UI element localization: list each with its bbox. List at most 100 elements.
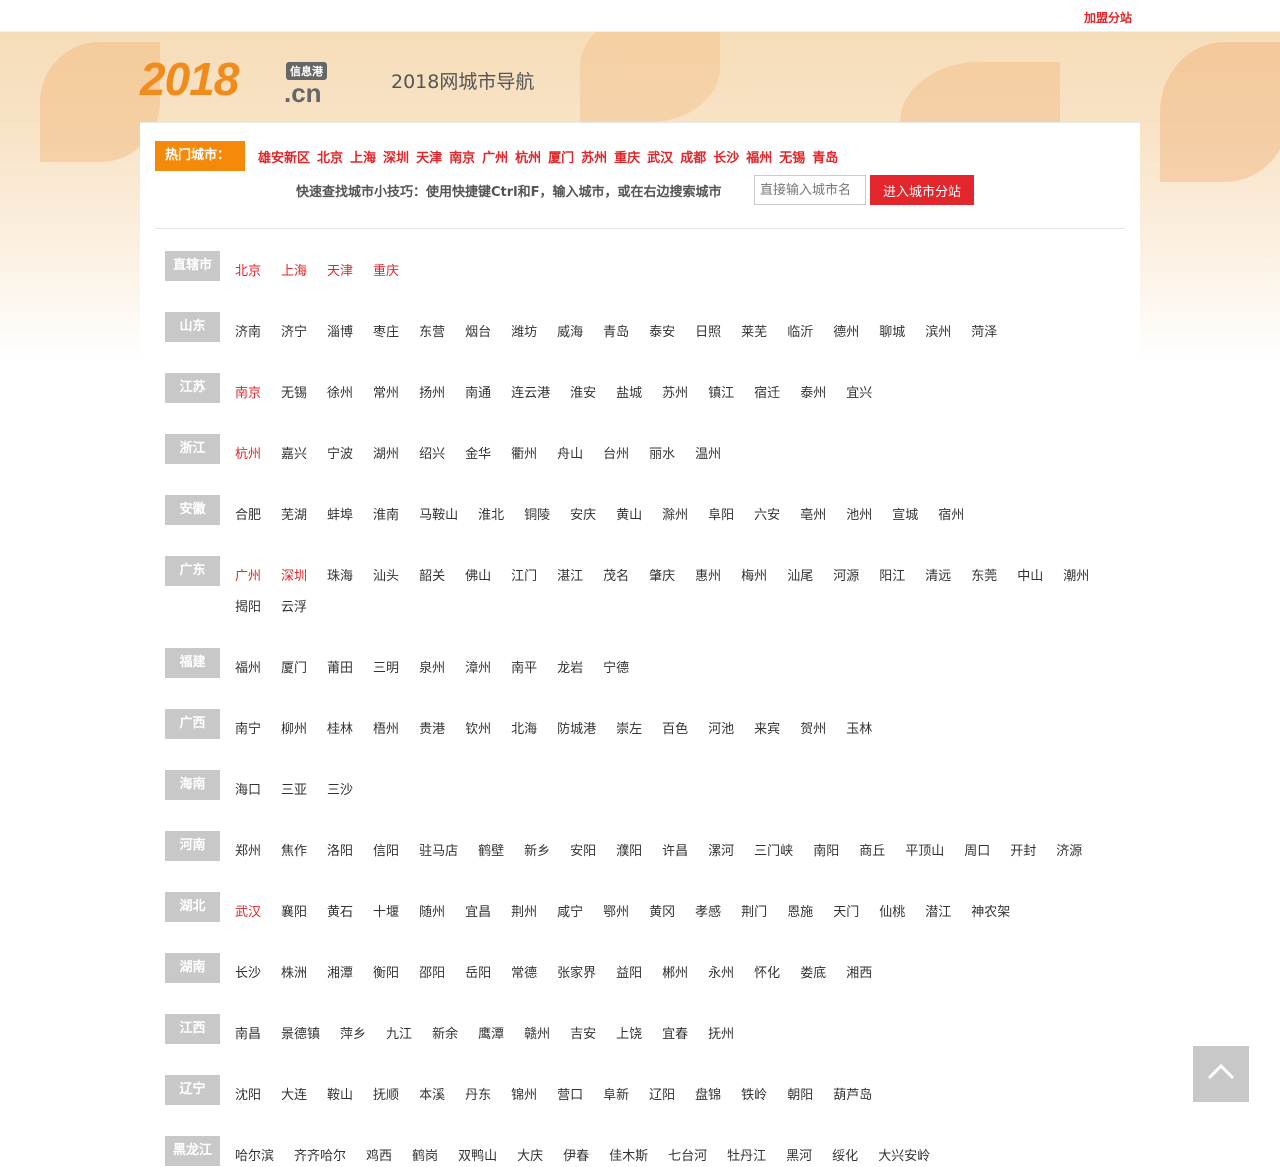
city-link[interactable]: 上饶 — [616, 1020, 642, 1050]
city-link[interactable]: 徐州 — [327, 379, 353, 409]
city-link[interactable]: 信阳 — [373, 837, 399, 867]
city-link[interactable]: 漳州 — [465, 654, 491, 684]
city-link[interactable]: 重庆 — [373, 257, 399, 287]
city-link[interactable]: 淮南 — [373, 501, 399, 531]
city-link[interactable]: 新余 — [432, 1020, 458, 1050]
city-link[interactable]: 汕头 — [373, 562, 399, 592]
city-link[interactable]: 钦州 — [465, 715, 491, 745]
city-link[interactable]: 邵阳 — [419, 959, 445, 989]
city-link[interactable]: 贵港 — [419, 715, 445, 745]
city-link[interactable]: 湘潭 — [327, 959, 353, 989]
city-link[interactable]: 神农架 — [971, 898, 1010, 928]
city-link[interactable]: 绥化 — [832, 1142, 858, 1167]
hot-city-link[interactable]: 福州 — [746, 151, 772, 166]
city-link[interactable]: 南通 — [465, 379, 491, 409]
city-link[interactable]: 咸宁 — [557, 898, 583, 928]
city-link[interactable]: 海口 — [235, 776, 261, 806]
city-link[interactable]: 厦门 — [281, 654, 307, 684]
city-link[interactable]: 青岛 — [603, 318, 629, 348]
city-link[interactable]: 辽阳 — [649, 1081, 675, 1111]
city-link[interactable]: 潮州 — [1063, 562, 1089, 592]
city-link[interactable]: 合肥 — [235, 501, 261, 531]
city-link[interactable]: 衡阳 — [373, 959, 399, 989]
city-link[interactable]: 鹤岗 — [412, 1142, 438, 1167]
city-link[interactable]: 安庆 — [570, 501, 596, 531]
hot-city-link[interactable]: 广州 — [482, 151, 508, 166]
city-link[interactable]: 荆州 — [511, 898, 537, 928]
city-link[interactable]: 无锡 — [281, 379, 307, 409]
city-link[interactable]: 佳木斯 — [609, 1142, 648, 1167]
city-link[interactable]: 苏州 — [662, 379, 688, 409]
city-link[interactable]: 衢州 — [511, 440, 537, 470]
city-link[interactable]: 濮阳 — [616, 837, 642, 867]
city-link[interactable]: 大连 — [281, 1081, 307, 1111]
city-link[interactable]: 抚顺 — [373, 1081, 399, 1111]
city-link[interactable]: 泉州 — [419, 654, 445, 684]
city-link[interactable]: 滨州 — [925, 318, 951, 348]
city-link[interactable]: 阜新 — [603, 1081, 629, 1111]
city-link[interactable]: 盘锦 — [695, 1081, 721, 1111]
city-link[interactable]: 泰安 — [649, 318, 675, 348]
city-link[interactable]: 三明 — [373, 654, 399, 684]
city-link[interactable]: 黑河 — [786, 1142, 812, 1167]
city-link[interactable]: 景德镇 — [281, 1020, 320, 1050]
city-link[interactable]: 来宾 — [754, 715, 780, 745]
city-link[interactable]: 黄山 — [616, 501, 642, 531]
hot-city-link[interactable]: 苏州 — [581, 151, 607, 166]
city-link[interactable]: 三亚 — [281, 776, 307, 806]
city-link[interactable]: 娄底 — [800, 959, 826, 989]
city-link[interactable]: 天门 — [833, 898, 859, 928]
city-link[interactable]: 恩施 — [787, 898, 813, 928]
city-link[interactable]: 随州 — [419, 898, 445, 928]
city-link[interactable]: 湛江 — [557, 562, 583, 592]
city-link[interactable]: 黄冈 — [649, 898, 675, 928]
hot-city-link[interactable]: 深圳 — [383, 151, 409, 166]
city-link[interactable]: 梧州 — [373, 715, 399, 745]
city-link[interactable]: 桂林 — [327, 715, 353, 745]
city-link[interactable]: 聊城 — [879, 318, 905, 348]
city-link[interactable]: 宿迁 — [754, 379, 780, 409]
city-link[interactable]: 双鸭山 — [458, 1142, 497, 1167]
city-link[interactable]: 梅州 — [741, 562, 767, 592]
city-link[interactable]: 日照 — [695, 318, 721, 348]
city-link[interactable]: 焦作 — [281, 837, 307, 867]
city-link[interactable]: 德州 — [833, 318, 859, 348]
city-link[interactable]: 株洲 — [281, 959, 307, 989]
city-link[interactable]: 潜江 — [925, 898, 951, 928]
hot-city-link[interactable]: 上海 — [350, 151, 376, 166]
city-link[interactable]: 长沙 — [235, 959, 261, 989]
city-link[interactable]: 贺州 — [800, 715, 826, 745]
city-link[interactable]: 鸡西 — [366, 1142, 392, 1167]
city-link[interactable]: 铁岭 — [741, 1081, 767, 1111]
city-link[interactable]: 丽水 — [649, 440, 675, 470]
city-link[interactable]: 永州 — [708, 959, 734, 989]
city-link[interactable]: 广州 — [235, 562, 261, 592]
city-link[interactable]: 平顶山 — [905, 837, 944, 867]
hot-city-link[interactable]: 厦门 — [548, 151, 574, 166]
city-link[interactable]: 百色 — [662, 715, 688, 745]
city-link[interactable]: 锦州 — [511, 1081, 537, 1111]
city-link[interactable]: 葫芦岛 — [833, 1081, 872, 1111]
city-link[interactable]: 临沂 — [787, 318, 813, 348]
city-link[interactable]: 济宁 — [281, 318, 307, 348]
city-link[interactable]: 常德 — [511, 959, 537, 989]
city-link[interactable]: 池州 — [846, 501, 872, 531]
city-link[interactable]: 威海 — [557, 318, 583, 348]
city-link[interactable]: 肇庆 — [649, 562, 675, 592]
city-link[interactable]: 绍兴 — [419, 440, 445, 470]
city-link[interactable]: 淮北 — [478, 501, 504, 531]
city-link[interactable]: 宜昌 — [465, 898, 491, 928]
city-link[interactable]: 大兴安岭 — [878, 1142, 930, 1167]
city-link[interactable]: 漯河 — [708, 837, 734, 867]
city-link[interactable]: 宿州 — [938, 501, 964, 531]
city-link[interactable]: 东莞 — [971, 562, 997, 592]
city-link[interactable]: 济源 — [1056, 837, 1082, 867]
city-link[interactable]: 郑州 — [235, 837, 261, 867]
city-link[interactable]: 南京 — [235, 379, 261, 409]
city-link[interactable]: 十堰 — [373, 898, 399, 928]
city-link[interactable]: 亳州 — [800, 501, 826, 531]
city-link[interactable]: 菏泽 — [971, 318, 997, 348]
city-link[interactable]: 抚州 — [708, 1020, 734, 1050]
city-link[interactable]: 营口 — [557, 1081, 583, 1111]
city-link[interactable]: 湘西 — [846, 959, 872, 989]
